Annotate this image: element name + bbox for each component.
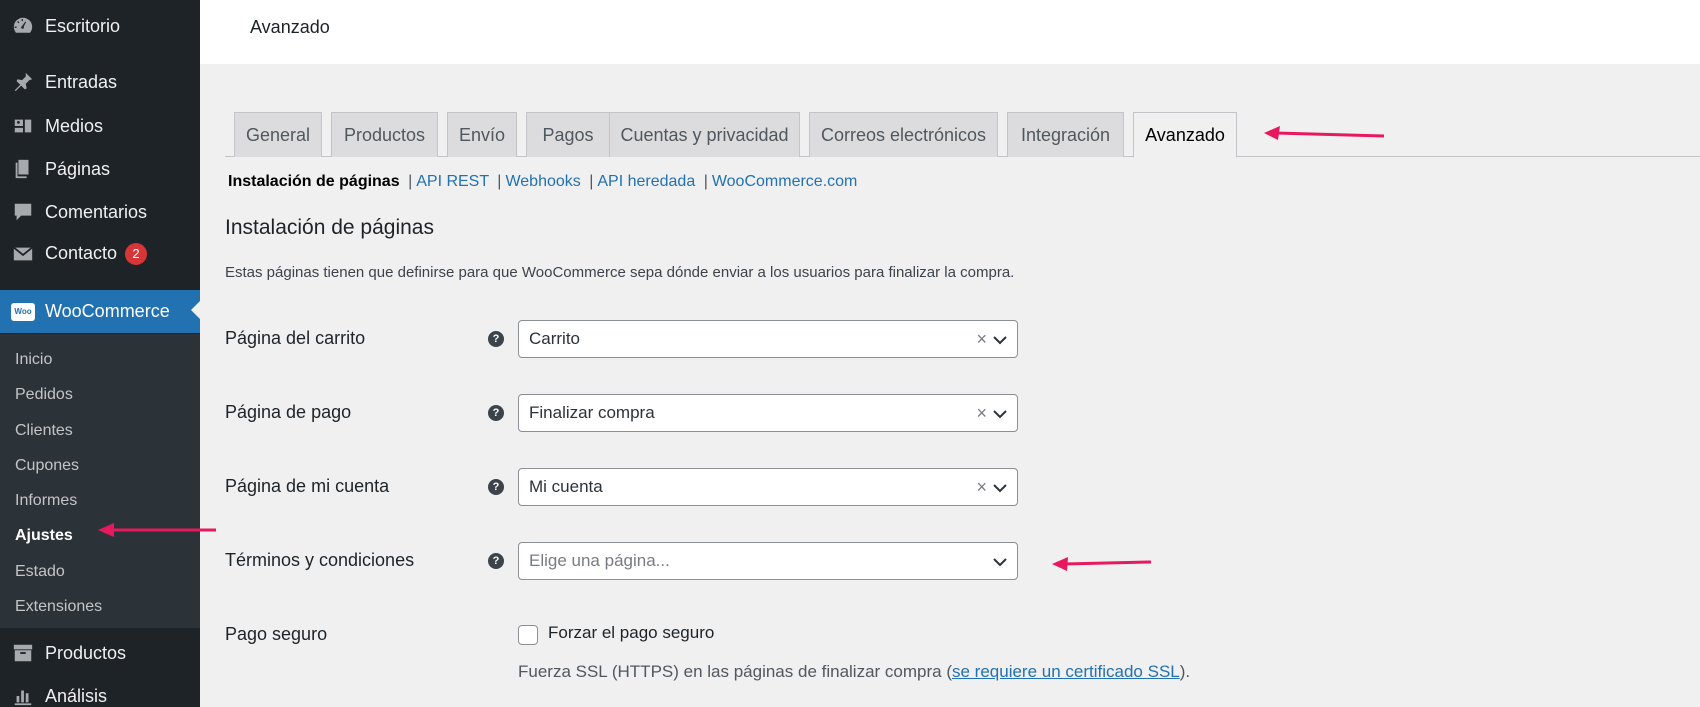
terms-page-label: Términos y condiciones — [225, 550, 415, 570]
archive-icon — [11, 641, 35, 665]
checkout-page-select[interactable]: Finalizar compra × — [518, 394, 1018, 432]
force-secure-checkbox[interactable] — [518, 625, 538, 645]
menu-label: Contacto — [45, 242, 118, 263]
section-description: Estas páginas tienen que definirse para … — [225, 264, 1015, 281]
desc-suffix: ). — [1179, 662, 1191, 681]
help-icon[interactable]: ? — [488, 479, 504, 495]
chevron-down-icon — [992, 406, 1008, 422]
submenu-item-pedidos[interactable]: Pedidos — [15, 383, 73, 407]
secure-checkout-description: Fuerza SSL (HTTPS) en las páginas de fin… — [518, 662, 1190, 682]
menu-label: WooCommerce — [45, 301, 170, 321]
select-value: Mi cuenta — [529, 477, 603, 496]
menu-item-paginas[interactable]: Páginas — [0, 149, 200, 189]
mail-icon — [11, 242, 35, 266]
section-title: Instalación de páginas — [225, 216, 434, 239]
menu-label: Productos — [45, 642, 127, 663]
ssl-certificate-link[interactable]: se requiere un certificado SSL — [952, 662, 1180, 681]
subnav-link-webhooks[interactable]: Webhooks — [505, 173, 580, 190]
chart-icon — [11, 684, 35, 707]
sub-navigation: Instalación de páginas | API REST | Webhoo… — [228, 170, 857, 194]
chevron-down-icon — [992, 480, 1008, 496]
tab-general[interactable]: General — [234, 112, 322, 157]
submenu-item-informes[interactable]: Informes — [15, 489, 77, 513]
menu-item-analisis[interactable]: Análisis — [0, 676, 200, 707]
tab-correos-electronicos[interactable]: Correos electrónicos — [809, 112, 998, 157]
menu-label-wrap: Contacto 2 — [45, 242, 148, 266]
select-placeholder: Elige una página... — [529, 551, 670, 570]
menu-item-productos[interactable]: Productos — [0, 633, 200, 673]
menu-item-contacto[interactable]: Contacto 2 — [0, 234, 200, 274]
clear-icon[interactable]: × — [976, 477, 987, 497]
subnav-current: Instalación de páginas — [228, 173, 400, 190]
menu-item-escritorio[interactable]: Escritorio — [0, 6, 200, 46]
tab-cuentas-privacidad[interactable]: Cuentas y privacidad — [609, 112, 800, 157]
force-secure-checkbox-label[interactable]: Forzar el pago seguro — [548, 623, 714, 643]
menu-item-comentarios[interactable]: Comentarios — [0, 192, 200, 232]
submenu-item-inicio[interactable]: Inicio — [15, 348, 52, 372]
submenu-item-ajustes[interactable]: Ajustes — [15, 524, 73, 548]
submenu-item-clientes[interactable]: Clientes — [15, 419, 73, 443]
menu-label: Páginas — [45, 158, 111, 179]
clear-icon[interactable]: × — [976, 329, 987, 349]
subnav-separator: | — [703, 173, 708, 190]
desc-prefix: Fuerza SSL (HTTPS) en las páginas de fin… — [518, 662, 952, 681]
secure-checkout-label: Pago seguro — [225, 624, 328, 644]
notification-badge: 2 — [125, 243, 148, 266]
woocommerce-submenu: Inicio Pedidos Clientes Cupones Informes… — [0, 334, 200, 628]
page-title: Avanzado — [250, 17, 330, 37]
menu-item-woocommerce[interactable]: Woo WooCommerce — [0, 290, 200, 333]
submenu-item-estado[interactable]: Estado — [15, 560, 65, 584]
chevron-down-icon — [992, 554, 1008, 570]
annotation-arrow-tab — [1264, 126, 1385, 140]
dashboard-icon — [11, 14, 35, 38]
subnav-link-api-rest[interactable]: API REST — [416, 173, 489, 190]
subnav-separator: | — [408, 173, 413, 190]
annotation-arrow-ajustes — [98, 523, 216, 537]
myaccount-page-select[interactable]: Mi cuenta × — [518, 468, 1018, 506]
page-header: Avanzado — [200, 0, 1700, 64]
comment-icon — [11, 200, 35, 224]
terms-page-select[interactable]: Elige una página... — [518, 542, 1018, 580]
pages-icon — [11, 157, 35, 181]
select-value: Carrito — [529, 329, 581, 348]
myaccount-page-label: Página de mi cuenta — [225, 476, 390, 496]
menu-label: Entradas — [45, 71, 118, 92]
select-value: Finalizar compra — [529, 403, 655, 422]
cart-page-select[interactable]: Carrito × — [518, 320, 1018, 358]
tab-pagos[interactable]: Pagos — [526, 112, 610, 157]
tab-envio[interactable]: Envío — [447, 112, 517, 157]
cart-page-label: Página del carrito — [225, 328, 366, 348]
clear-icon[interactable]: × — [976, 403, 987, 423]
menu-label: Análisis — [45, 685, 108, 706]
help-icon[interactable]: ? — [488, 405, 504, 421]
submenu-item-cupones[interactable]: Cupones — [15, 454, 79, 478]
woocommerce-icon: Woo — [11, 300, 35, 324]
menu-label: Comentarios — [45, 201, 148, 222]
media-icon — [11, 114, 35, 138]
tab-productos[interactable]: Productos — [331, 112, 438, 157]
submenu-item-extensiones[interactable]: Extensiones — [15, 595, 102, 619]
menu-item-entradas[interactable]: Entradas — [0, 62, 200, 102]
woo-logo: Woo — [11, 302, 35, 321]
tab-integracion[interactable]: Integración — [1007, 112, 1124, 157]
admin-sidebar: Escritorio Entradas Medios Páginas Comen… — [0, 0, 200, 707]
subnav-separator: | — [497, 173, 502, 190]
menu-label: Medios — [45, 115, 104, 136]
subnav-link-api-heredada[interactable]: API heredada — [597, 173, 695, 190]
annotation-arrow-terms — [1052, 557, 1152, 571]
help-icon[interactable]: ? — [488, 331, 504, 347]
pin-icon — [11, 70, 35, 94]
chevron-down-icon — [992, 332, 1008, 348]
menu-label: Escritorio — [45, 15, 121, 36]
subnav-separator: | — [589, 173, 594, 190]
tab-avanzado[interactable]: Avanzado — [1133, 112, 1237, 158]
checkout-page-label: Página de pago — [225, 402, 352, 422]
menu-item-medios[interactable]: Medios — [0, 106, 200, 146]
subnav-link-woocommerce-com[interactable]: WooCommerce.com — [712, 173, 858, 190]
help-icon[interactable]: ? — [488, 553, 504, 569]
